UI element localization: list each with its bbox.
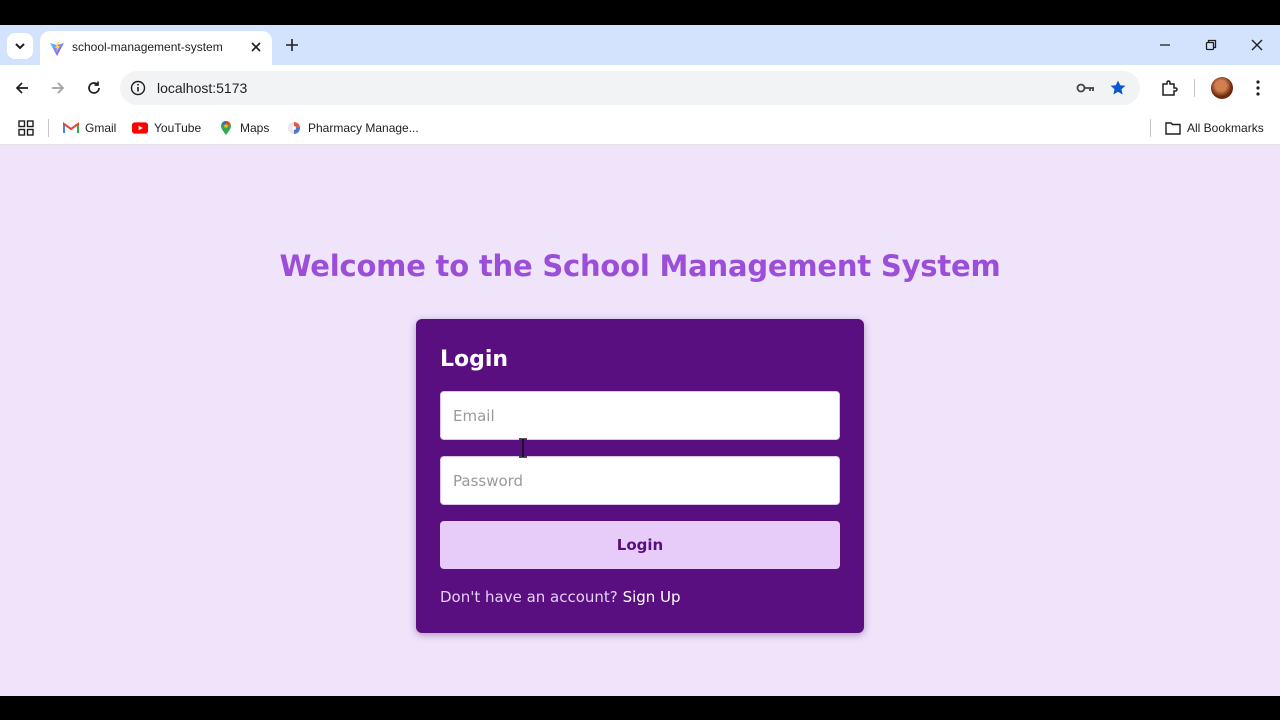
tab-strip: school-management-system [0,25,1280,65]
folder-icon [1165,120,1181,136]
extensions-button[interactable] [1157,76,1181,100]
bookmark-label: YouTube [154,121,202,135]
close-icon [251,42,261,52]
tab-active[interactable]: school-management-system [40,31,272,65]
toolbar-divider [1194,79,1195,97]
bookmarks-divider [1150,119,1151,137]
text-cursor-icon [519,438,527,458]
arrow-right-icon [52,82,65,94]
apps-grid-icon [18,120,34,136]
bookmark-star-button[interactable] [1108,78,1128,98]
site-icon [286,120,302,136]
login-button[interactable]: Login [440,521,840,569]
url-text[interactable]: localhost:5173 [157,80,247,96]
tab-search-button[interactable] [7,33,33,59]
bookmark-pharmacy[interactable]: Pharmacy Manage... [286,119,419,137]
profile-avatar[interactable] [1211,77,1233,99]
minimize-icon [1160,44,1170,46]
bookmark-label: Pharmacy Manage... [308,121,419,135]
page-content: Welcome to the School Management System … [0,145,1280,696]
plus-icon [286,39,298,51]
puzzle-icon [1162,80,1178,96]
more-vert-icon [1256,80,1260,96]
page-title: Welcome to the School Management System [279,249,1001,283]
password-manager-button[interactable] [1076,78,1096,98]
close-window-button[interactable] [1245,33,1269,57]
site-info-button[interactable] [128,78,148,98]
chevron-down-icon [15,43,25,50]
browser-window: school-management-system localhost:5173 … [0,25,1280,696]
address-bar[interactable]: localhost:5173 [120,71,1140,105]
reload-icon [88,81,100,94]
bookmark-label: Gmail [85,121,117,135]
bookmark-maps[interactable]: Maps [218,119,269,137]
minimize-button[interactable] [1153,33,1177,57]
all-bookmarks-button[interactable]: All Bookmarks [1165,119,1264,137]
restore-button[interactable] [1199,33,1223,57]
forward-button[interactable] [46,76,70,100]
new-tab-button[interactable] [281,34,303,56]
all-bookmarks-label: All Bookmarks [1187,121,1264,135]
tab-title: school-management-system [72,40,223,54]
email-field[interactable] [440,391,840,440]
youtube-icon [132,120,148,136]
vite-logo-icon [50,42,64,56]
email-input[interactable] [441,392,839,439]
close-icon [1251,39,1263,51]
reload-button[interactable] [82,76,106,100]
restore-icon [1205,39,1217,51]
star-icon [1110,80,1126,95]
login-card: Login Login Don't have an account? Sign … [416,319,864,633]
maps-icon [218,120,234,136]
key-icon [1076,83,1094,93]
bookmark-youtube[interactable]: YouTube [132,119,201,137]
bookmarks-divider [48,119,49,137]
back-button[interactable] [10,76,34,100]
browser-toolbar: localhost:5173 [0,65,1280,111]
tab-close-button[interactable] [247,38,265,56]
info-icon [130,80,146,96]
browser-menu-button[interactable] [1246,76,1270,100]
signup-row: Don't have an account? Sign Up [440,588,681,606]
arrow-left-icon [15,82,28,94]
login-title: Login [440,347,509,372]
signup-link[interactable]: Sign Up [623,588,681,606]
bookmark-label: Maps [240,121,270,135]
gmail-icon [63,120,79,136]
password-field[interactable] [440,456,840,505]
signup-prompt: Don't have an account? [440,588,618,606]
bookmarks-bar: Gmail YouTube Maps Pharmacy Manage... Al… [0,111,1280,145]
password-input[interactable] [441,457,839,504]
bookmark-gmail[interactable]: Gmail [63,119,116,137]
apps-button[interactable] [18,119,34,137]
